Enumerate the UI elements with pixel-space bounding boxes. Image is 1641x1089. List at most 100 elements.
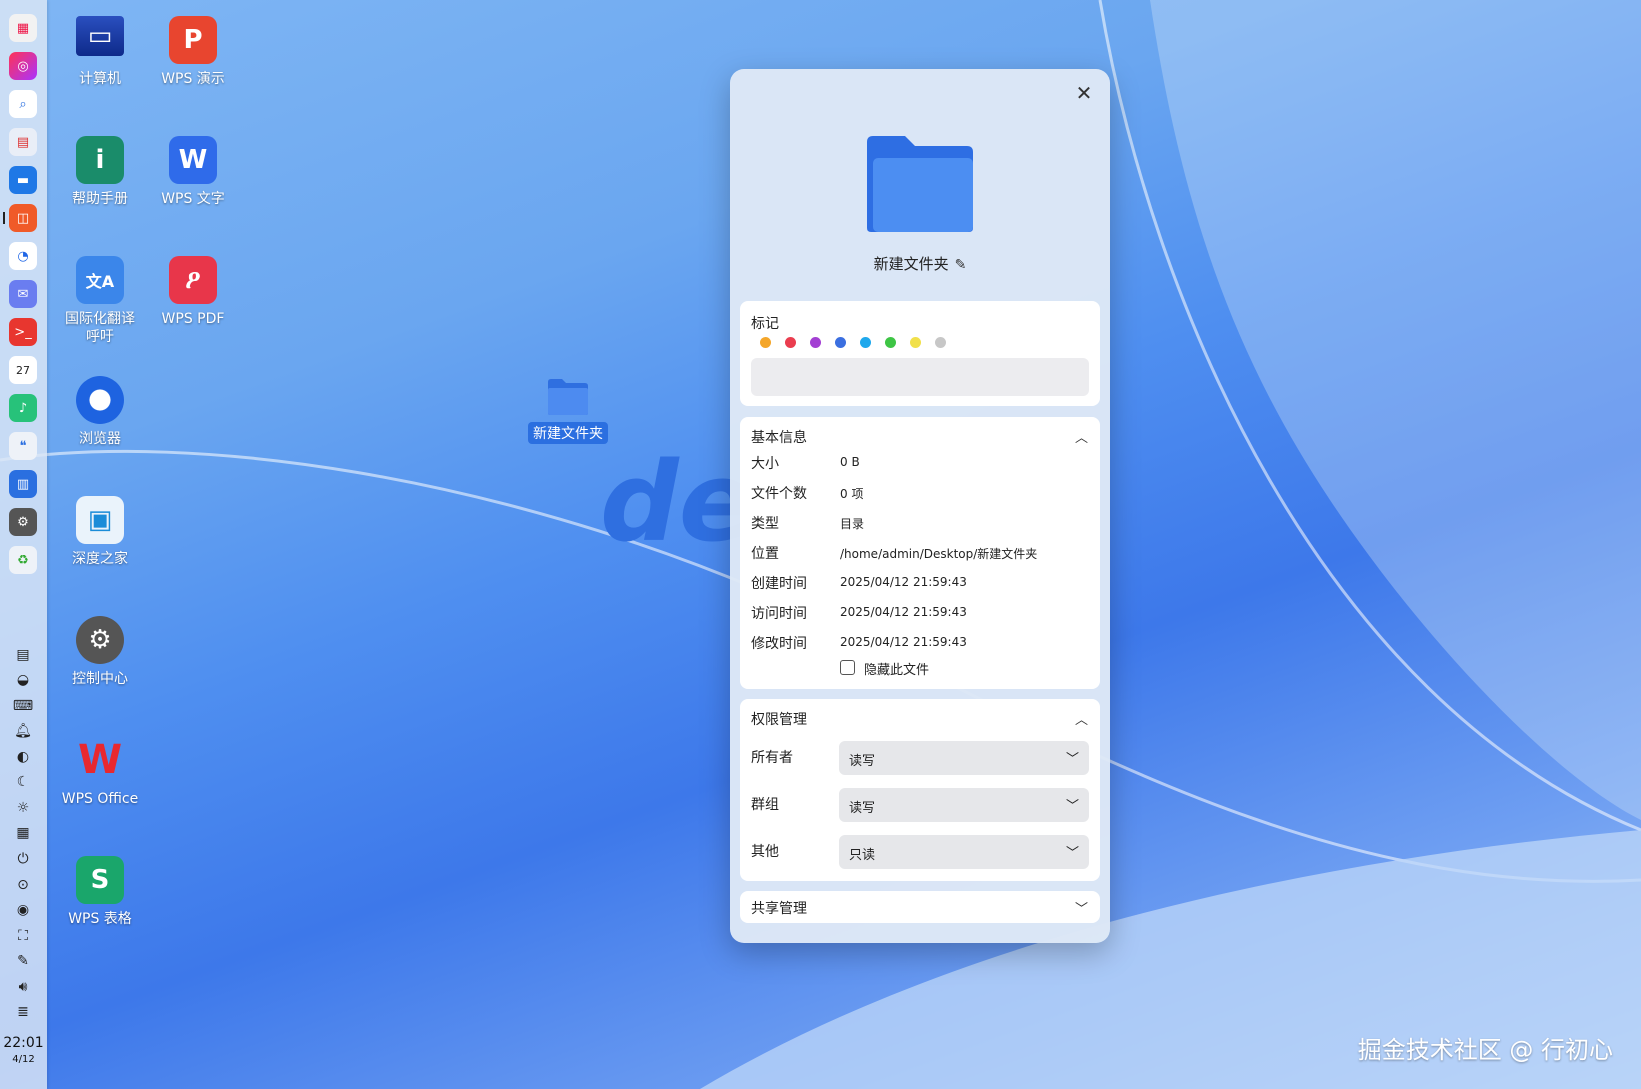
multitask-icon[interactable]: ▤: [9, 128, 37, 156]
info-key: 位置: [751, 546, 779, 562]
desktop-icon-label: 国际化翻译呼吁: [65, 311, 135, 345]
desktop-icon-label: 计算机: [79, 71, 121, 87]
info-value: /home/admin/Desktop/新建文件夹: [840, 547, 1038, 561]
desktop-icon-label: 帮助手册: [72, 191, 128, 207]
sharing-card[interactable]: 共享管理 ﹀: [740, 891, 1100, 923]
clipboard-icon[interactable]: ▤: [13, 645, 33, 665]
close-icon[interactable]: ✕: [1072, 81, 1096, 105]
desktop-icon-wps-spreadsheet[interactable]: S WPS 表格: [57, 856, 143, 928]
info-value: 2025/04/12 21:59:43: [840, 575, 967, 589]
desktop-icon-wps-writer[interactable]: W WPS 文字: [150, 136, 236, 208]
night-mode-icon[interactable]: ☾: [13, 772, 33, 792]
clock-date[interactable]: 4/12: [0, 1054, 47, 1065]
performance-icon[interactable]: ◒: [13, 670, 33, 690]
permission-select[interactable]: 只读 ﹀: [839, 835, 1089, 869]
volume-icon[interactable]: 🔊︎: [13, 977, 33, 997]
info-key: 文件个数: [751, 486, 807, 502]
calendar-icon[interactable]: 27: [9, 356, 37, 384]
calendar-day: 27: [16, 363, 30, 377]
download-icon[interactable]: ⊙: [13, 875, 33, 895]
permission-select[interactable]: 读写 ﹀: [839, 741, 1089, 775]
info-key: 创建时间: [751, 576, 807, 592]
keyboard-icon[interactable]: ⌨: [13, 696, 33, 716]
hide-file-label: 隐藏此文件: [864, 663, 930, 678]
onscreen-keyboard-icon[interactable]: ▦: [13, 823, 33, 843]
notification-icon[interactable]: 🔔︎: [13, 721, 33, 741]
folder-large-icon: [867, 136, 973, 232]
desktop-icon-help-manual[interactable]: i 帮助手册: [57, 136, 143, 208]
tag-color-dot[interactable]: [910, 337, 921, 348]
permission-value: 读写: [849, 801, 876, 816]
tag-color-dot[interactable]: [810, 337, 821, 348]
theme-icon[interactable]: ◐: [13, 747, 33, 767]
icon-glyph: P: [183, 25, 203, 55]
desktop-icon-label: 浏览器: [79, 431, 121, 447]
browser-icon[interactable]: ◔: [9, 242, 37, 270]
edit-pencil-icon[interactable]: ✎: [955, 257, 967, 273]
permission-role: 群组: [751, 797, 779, 813]
desktop-icon-control-center[interactable]: ⚙ 控制中心: [57, 616, 143, 688]
desktop-icon-wps-pdf[interactable]: ዖ WPS PDF: [150, 256, 236, 328]
desktop-folder-selected[interactable]: 新建文件夹: [525, 378, 611, 444]
chevron-down-icon: ﹀: [1065, 846, 1079, 861]
clock-time[interactable]: 22:01: [0, 1035, 47, 1051]
desktop-icon-translate[interactable]: 文A 国际化翻译呼吁: [57, 256, 143, 346]
search-icon[interactable]: ⌕: [9, 90, 37, 118]
document-viewer-icon[interactable]: ▥: [9, 470, 37, 498]
record-icon[interactable]: ◉: [13, 900, 33, 920]
file-manager-icon[interactable]: ▬: [9, 166, 37, 194]
hide-file-checkbox[interactable]: [840, 660, 855, 675]
wps-spreadsheet-icon: S: [76, 856, 124, 904]
music-icon[interactable]: ♪: [9, 394, 37, 422]
desktop-icon-deepin-home[interactable]: ▣ 深度之家: [57, 496, 143, 568]
icon-glyph: S: [90, 865, 110, 895]
tags-title: 标记: [751, 316, 779, 332]
sharing-title: 共享管理: [751, 901, 807, 917]
basic-info-card: 基本信息 ︿ 大小 0 B 文件个数 0 项类型 目录 位置/home/admin/Des…: [740, 417, 1100, 689]
tag-color-dot[interactable]: [860, 337, 871, 348]
tag-color-dot[interactable]: [835, 337, 846, 348]
pen-icon[interactable]: ✎: [13, 951, 33, 971]
ai-assistant-icon[interactable]: ◎: [9, 52, 37, 80]
storage-icon[interactable]: ≣: [13, 1002, 33, 1022]
launcher-icon[interactable]: ▦: [9, 14, 37, 42]
terminal-icon[interactable]: >_: [9, 318, 37, 346]
help-manual-icon: i: [76, 136, 124, 184]
tag-input[interactable]: [751, 358, 1089, 396]
trash-icon[interactable]: ♻: [9, 546, 37, 574]
power-icon[interactable]: ⏻: [13, 849, 33, 869]
file-name: 新建文件夹: [873, 255, 949, 273]
desktop-icon-computer[interactable]: ▭ 计算机: [57, 16, 143, 88]
desktop-icon-label: 深度之家: [72, 551, 128, 567]
desktop-folder-label: 新建文件夹: [528, 422, 608, 444]
tag-color-dot[interactable]: [885, 337, 896, 348]
desktop-icon-browser[interactable]: 浏览器: [57, 376, 143, 448]
brightness-icon[interactable]: ☼: [13, 798, 33, 818]
icon-glyph: W: [178, 145, 208, 175]
wps-writer-icon: W: [169, 136, 217, 184]
tag-color-dot[interactable]: [935, 337, 946, 348]
desktop-icon-wps-office[interactable]: W WPS Office: [57, 736, 143, 808]
wps-pdf-icon: ዖ: [169, 256, 217, 304]
quote-icon[interactable]: ❝: [9, 432, 37, 460]
settings-icon[interactable]: ⚙: [9, 508, 37, 536]
permissions-card: 权限管理 ︿ 所有者 读写 ﹀ 群组 读写 ﹀ 其他 只读 ﹀: [740, 699, 1100, 881]
info-key: 访问时间: [751, 606, 807, 622]
info-key: 类型: [751, 516, 779, 532]
desktop-icon-label: WPS Office: [61, 791, 139, 807]
mail-icon[interactable]: ✉: [9, 280, 37, 308]
tag-color-dot[interactable]: [785, 337, 796, 348]
screenshot-icon[interactable]: ⛶: [13, 926, 33, 946]
info-value: 目录: [840, 517, 865, 531]
collapse-chevron-icon[interactable]: ︿: [1075, 709, 1088, 728]
tag-color-dot[interactable]: [760, 337, 771, 348]
properties-dialog: ✕ 新建文件夹 ✎ 标记 基本信息 ︿ 大小 0 B 文件个数 0 项类型 目录 位置/ho…: [730, 69, 1110, 943]
app-store-icon[interactable]: ◫: [9, 204, 37, 232]
folder-icon: [548, 379, 588, 415]
expand-chevron-icon[interactable]: ﹀: [1075, 898, 1088, 917]
dock: ▦ ◎ ⌕ ▤ ▬ ◫ ◔ ✉ >_ 27 ♪ ❝ ▥ ⚙ ♻ ▤ ◒ ⌨ 🔔︎…: [0, 0, 47, 1089]
permission-select[interactable]: 读写 ﹀: [839, 788, 1089, 822]
desktop-icon-wps-presentation[interactable]: P WPS 演示: [150, 16, 236, 88]
desktop-icon-label: WPS 文字: [161, 191, 225, 207]
collapse-chevron-icon[interactable]: ︿: [1075, 427, 1088, 446]
